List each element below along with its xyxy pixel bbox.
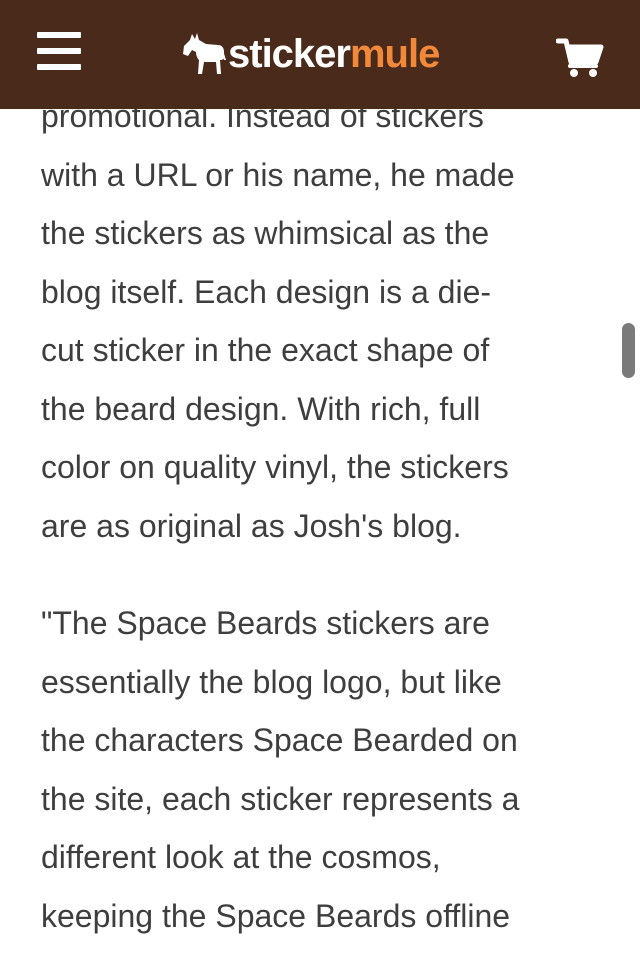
logo-wordmark: stickermule (228, 28, 440, 80)
site-logo[interactable]: stickermule (180, 28, 440, 80)
paragraph-line: the site, each sticker represents a (41, 780, 520, 817)
shopping-cart-icon[interactable] (555, 38, 604, 78)
paragraph-line: with a URL or his name, he made (41, 156, 515, 193)
page: promotional. Instead of stickers with a … (0, 0, 640, 959)
paragraph-line: keeping the Space Beards offline (41, 897, 511, 934)
paragraph-line: are as original as Josh's blog. (41, 507, 462, 544)
paragraph-line: "The Space Beards stickers are (41, 605, 490, 641)
mule-logo-icon (183, 33, 226, 74)
paragraph-line: different look at the cosmos, (41, 839, 441, 875)
paragraph-line: the stickers as whimsical as the (41, 215, 490, 251)
paragraph-line: the characters Space Bearded on (41, 722, 518, 758)
paragraph-line: cut sticker in the exact shape of (41, 332, 490, 368)
logo-text-mule: mule (349, 32, 440, 76)
site-header: stickermule (0, 0, 640, 109)
paragraph-line: color on quality vinyl, the stickers (41, 449, 509, 485)
article-paragraph: "The Space Beards stickers are essential… (0, 594, 601, 945)
hamburger-menu-icon[interactable] (37, 30, 81, 74)
scrollbar-thumb[interactable] (622, 323, 635, 378)
logo-text-sticker: sticker (228, 32, 351, 76)
paragraph-line: blog itself. Each design is a die- (41, 273, 492, 310)
paragraph-line: the beard design. With rich, full (41, 390, 481, 427)
article-paragraph: promotional. Instead of stickers with a … (0, 87, 601, 555)
paragraph-line: essentially the blog logo, but like (41, 663, 502, 700)
